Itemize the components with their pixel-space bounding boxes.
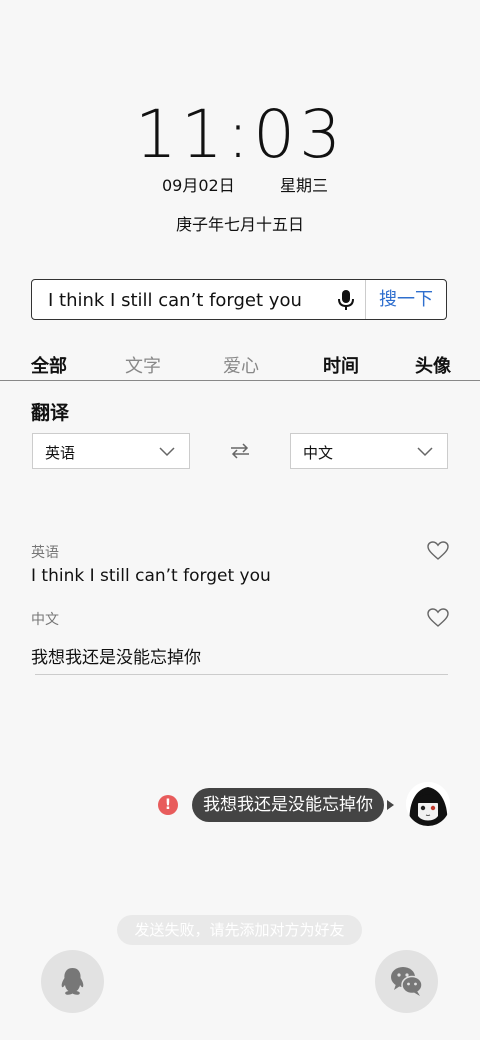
tab-all[interactable]: 全部 [31,352,67,378]
source-language-label: 英语 [45,444,76,462]
result-divider [35,674,448,675]
tab-avatar[interactable]: 头像 [415,352,451,378]
microphone-icon[interactable] [336,289,356,311]
qq-penguin-icon [61,968,84,995]
heart-icon[interactable] [427,608,449,628]
target-result-text: 我想我还是没能忘掉你 [31,648,201,668]
translate-title: 翻译 [31,402,70,424]
search-box: 搜一下 [31,279,447,321]
source-result-text: I think I still can’t forget you [31,566,271,586]
send-error-icon[interactable]: ! [158,795,178,815]
tab-text[interactable]: 文字 [125,352,161,378]
qq-share-button[interactable] [41,950,104,1013]
search-button[interactable]: 搜一下 [366,280,446,319]
heart-icon[interactable] [427,541,449,561]
chevron-down-icon [417,447,433,457]
wechat-share-button[interactable] [375,950,438,1013]
target-language-select[interactable]: 中文 [290,433,448,469]
tab-love[interactable]: 爱心 [223,352,259,378]
clock-date: 09月02日 [162,176,235,195]
tab-time[interactable]: 时间 [323,352,359,378]
avatar[interactable] [406,782,450,826]
wechat-icon [391,967,423,996]
swap-icon[interactable] [229,442,251,460]
chat-bubble-tail [387,800,394,810]
tab-bar: 全部 文字 爱心 时间 头像 [0,350,480,381]
source-language-select[interactable]: 英语 [32,433,190,469]
chevron-down-icon [159,447,175,457]
target-result-label: 中文 [31,612,59,628]
chat-bubble[interactable]: 我想我还是没能忘掉你 [192,788,384,822]
send-failed-toast: 发送失败，请先添加对方为好友 [117,915,362,945]
avatar-image [406,782,450,826]
target-language-label: 中文 [303,444,334,462]
lunar-date: 庚子年七月十五日 [175,215,304,234]
clock-weekday: 星期三 [280,176,329,195]
search-input[interactable] [46,280,346,321]
source-result-label: 英语 [31,545,59,561]
clock-time: 11:03 [134,96,346,173]
